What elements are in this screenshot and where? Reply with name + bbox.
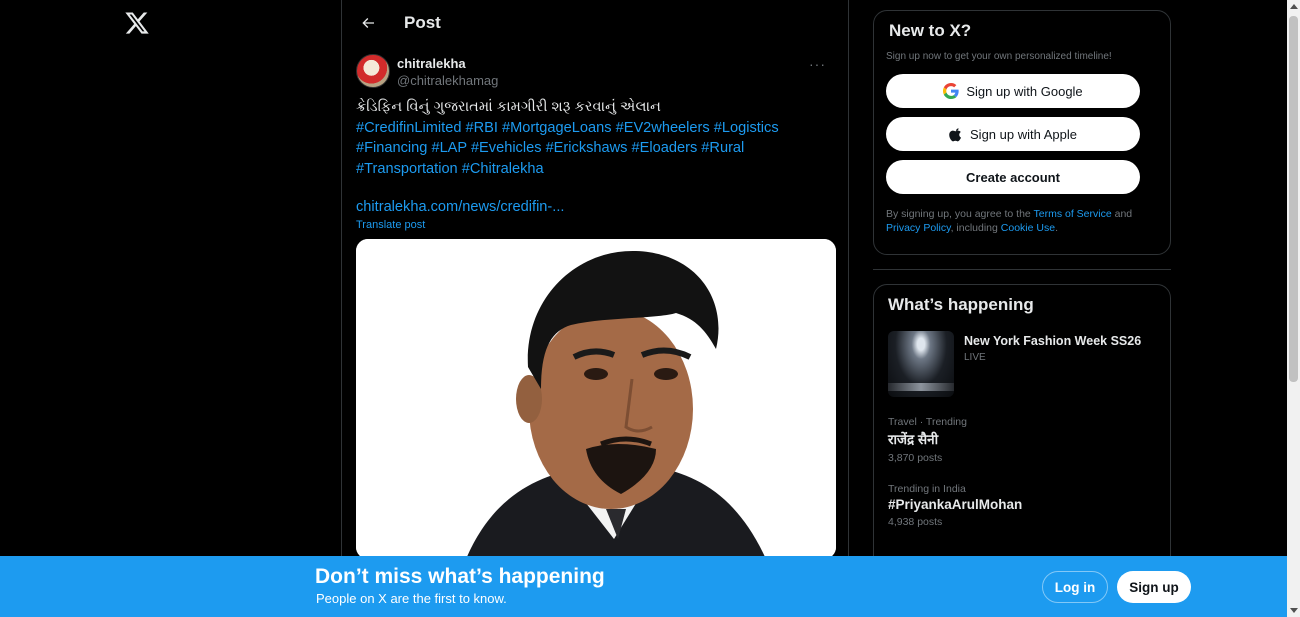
banner-title: Don’t miss what’s happening — [315, 565, 605, 588]
post: chitralekha @chitralekhamag ··· ક્રેડિફિ… — [342, 46, 848, 559]
author-names: chitralekha @chitralekhamag — [397, 56, 498, 88]
trending-title: What’s happening — [888, 295, 1034, 314]
trend-item[interactable]: Travel · Trending राजेंद्र सैनी 3,870 po… — [888, 416, 1156, 464]
cookie-use-link[interactable]: Cookie Use — [1001, 222, 1055, 234]
scroll-up-icon[interactable] — [1290, 4, 1298, 9]
trending-card: What’s happening New York Fashion Week S… — [873, 284, 1171, 574]
scroll-down-icon[interactable] — [1290, 608, 1298, 613]
event-title: New York Fashion Week SS26 — [964, 334, 1142, 348]
signup-banner: Don’t miss what’s happening People on X … — [0, 556, 1287, 617]
post-header: Post — [342, 0, 848, 46]
hashtags-line-1[interactable]: #CredifinLimited #RBI #MortgageLoans #EV… — [356, 118, 834, 139]
post-author: chitralekha @chitralekhamag ··· — [356, 54, 834, 88]
privacy-policy-link[interactable]: Privacy Policy — [886, 222, 951, 234]
hashtags-line-3[interactable]: #Transportation #Chitralekha — [356, 159, 834, 180]
post-headline: ક્રેડિફિન વિનું ગુજરાતમાં કામગીરી શરૂ કર… — [356, 99, 661, 115]
event-status: LIVE — [964, 352, 986, 363]
translate-post-link[interactable]: Translate post — [356, 219, 834, 231]
author-handle[interactable]: @chitralekhamag — [397, 73, 498, 88]
terms-of-service-link[interactable]: Terms of Service — [1034, 208, 1112, 220]
apple-signup-label: Sign up with Apple — [970, 126, 1077, 142]
terms-text: and — [1111, 208, 1133, 220]
more-icon[interactable]: ··· — [809, 56, 826, 72]
trend-count: 3,870 posts — [888, 452, 943, 464]
trend-name: राजेंद्र सैनी — [888, 432, 939, 447]
post-text: ક્રેડિફિન વિનું ગુજરાતમાં કામગીરી શરૂ કર… — [356, 97, 834, 179]
sidebar-divider — [873, 269, 1171, 270]
google-icon — [943, 83, 959, 99]
trend-item[interactable]: Trending in India #PriyankaArulMohan 4,9… — [888, 483, 1156, 528]
post-link[interactable]: chitralekha.com/news/credifin-... — [356, 199, 834, 215]
trending-event[interactable]: New York Fashion Week SS26 LIVE — [888, 331, 1156, 397]
terms-text: By signing up, you agree to the — [886, 208, 1034, 220]
terms-text: . — [1055, 222, 1058, 234]
create-account-label: Create account — [966, 169, 1060, 185]
trend-meta: Travel · Trending — [888, 416, 967, 428]
login-button[interactable]: Log in — [1042, 571, 1108, 603]
create-account-button[interactable]: Create account — [886, 160, 1140, 194]
event-thumbnail — [888, 331, 954, 397]
signup-terms: By signing up, you agree to the Terms of… — [886, 207, 1158, 235]
sidebar: New to X? Sign up now to get your own pe… — [873, 0, 1171, 574]
main-column: Post chitralekha @chitralekhamag ··· ક્ર… — [341, 0, 849, 617]
avatar[interactable] — [356, 54, 390, 88]
trend-name: #PriyankaArulMohan — [888, 497, 1023, 512]
hashtags-line-2[interactable]: #Financing #LAP #Evehicles #Erickshaws #… — [356, 138, 834, 159]
google-signup-label: Sign up with Google — [966, 83, 1083, 99]
portrait-illustration — [356, 239, 836, 559]
signup-card-title: New to X? — [889, 21, 972, 40]
signup-button[interactable]: Sign up — [1117, 571, 1191, 603]
trend-meta: Trending in India — [888, 483, 966, 495]
terms-text: , including — [950, 222, 1001, 234]
signup-card: New to X? Sign up now to get your own pe… — [873, 10, 1171, 255]
back-arrow-icon[interactable] — [351, 6, 385, 40]
banner-subtitle: People on X are the first to know. — [316, 591, 507, 606]
page-scrollbar[interactable] — [1287, 0, 1300, 617]
scrollbar-thumb[interactable] — [1289, 16, 1298, 382]
author-display-name[interactable]: chitralekha — [397, 56, 498, 71]
post-image[interactable] — [356, 239, 836, 559]
trend-count: 4,938 posts — [888, 516, 943, 528]
apple-signup-button[interactable]: Sign up with Apple — [886, 117, 1140, 151]
page-title: Post — [404, 13, 441, 32]
x-logo-icon[interactable] — [124, 10, 150, 36]
apple-icon — [949, 127, 963, 142]
google-signup-button[interactable]: Sign up with Google — [886, 74, 1140, 108]
signup-card-subtitle: Sign up now to get your own personalized… — [886, 51, 1112, 62]
event-info: New York Fashion Week SS26 LIVE — [964, 334, 1141, 397]
